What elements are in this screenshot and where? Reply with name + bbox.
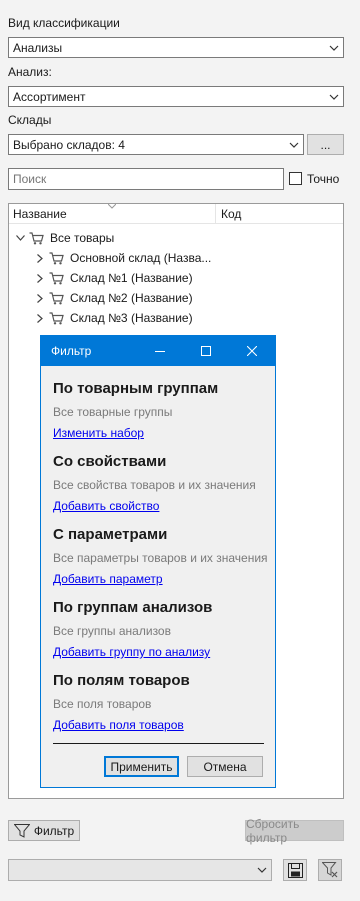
reset-filter-button[interactable]: Сбросить фильтр: [245, 817, 344, 845]
tree-header: Название Код: [9, 204, 343, 224]
minimize-button[interactable]: [137, 336, 183, 366]
filter-dialog: Фильтр По товарным группам Все товарные …: [40, 335, 276, 788]
cart-icon: [47, 311, 65, 325]
minimize-icon: [155, 351, 165, 352]
section-description: Все поля товаров: [53, 697, 152, 711]
tree-item-label: Склад №1 (Название): [70, 271, 193, 285]
section-description: Все свойства товаров и их значения: [53, 478, 256, 492]
section-heading: Со свойствами: [53, 453, 167, 470]
add-analysis-group-link[interactable]: Добавить группу по анализу: [53, 645, 210, 659]
exact-checkbox[interactable]: [289, 172, 302, 185]
bottom-select[interactable]: [8, 859, 272, 881]
clear-filter-icon: [322, 862, 338, 878]
change-set-link[interactable]: Изменить набор: [53, 426, 144, 440]
section-description: Все параметры товаров и их значения: [53, 551, 268, 565]
close-button[interactable]: [229, 336, 275, 366]
classification-select[interactable]: Анализы: [8, 37, 344, 58]
chevron-down-icon: [285, 142, 303, 148]
search-input[interactable]: [8, 168, 284, 190]
dialog-title: Фильтр: [51, 344, 92, 358]
tree-row[interactable]: Основной склад (Назва...: [33, 248, 211, 268]
column-name-label: Название: [13, 206, 67, 221]
section-heading: С параметрами: [53, 526, 168, 543]
section-heading: По полям товаров: [53, 672, 190, 689]
expand-chevron-icon[interactable]: [33, 293, 47, 303]
classification-label: Вид классификации: [8, 16, 120, 30]
tree-item-label: Склад №3 (Название): [70, 311, 193, 325]
tree-item-label: Основной склад (Назва...: [70, 251, 212, 265]
close-icon: [247, 346, 257, 356]
add-property-link[interactable]: Добавить свойство: [53, 499, 159, 513]
chevron-down-icon: [325, 94, 343, 100]
save-button[interactable]: [283, 859, 307, 881]
collapse-chevron-icon[interactable]: [13, 235, 27, 241]
cart-icon: [47, 291, 65, 305]
expand-chevron-icon[interactable]: [33, 313, 47, 323]
add-parameter-link[interactable]: Добавить параметр: [53, 572, 163, 586]
column-header-code[interactable]: Код: [216, 207, 241, 221]
warehouses-more-button[interactable]: ...: [307, 134, 344, 155]
warehouses-value: Выбрано складов: 4: [13, 137, 125, 152]
tree-item-label: Склад №2 (Название): [70, 291, 193, 305]
clear-filter-button[interactable]: [318, 859, 342, 881]
expand-chevron-icon[interactable]: [33, 273, 47, 283]
column-code-label: Код: [221, 206, 242, 221]
section-heading: По группам анализов: [53, 599, 213, 616]
cart-icon: [27, 231, 45, 245]
analysis-select[interactable]: Ассортимент: [8, 86, 344, 107]
expand-chevron-icon[interactable]: [33, 253, 47, 263]
section-heading: По товарным группам: [53, 380, 219, 397]
dialog-title-bar[interactable]: Фильтр: [41, 336, 275, 366]
section-description: Все товарные группы: [53, 405, 173, 419]
exact-label: Точно: [307, 172, 340, 186]
cart-icon: [47, 251, 65, 265]
maximize-button[interactable]: [183, 336, 229, 366]
cart-icon: [47, 271, 65, 285]
section-description: Все группы анализов: [53, 624, 171, 638]
maximize-icon: [201, 346, 211, 356]
add-fields-link[interactable]: Добавить поля товаров: [53, 718, 184, 732]
sort-indicator-icon: [108, 204, 116, 209]
tree-row-root[interactable]: Все товары: [13, 228, 114, 248]
analysis-label: Анализ:: [8, 65, 52, 79]
filter-button[interactable]: Фильтр: [8, 820, 80, 841]
tree-row[interactable]: Склад №3 (Название): [33, 308, 193, 328]
apply-button[interactable]: Применить: [104, 756, 179, 777]
separator: [53, 743, 264, 744]
tree-row[interactable]: Склад №1 (Название): [33, 268, 193, 288]
tree-item-label: Все товары: [50, 231, 115, 245]
chevron-down-icon: [253, 867, 271, 873]
filter-button-label: Фильтр: [33, 823, 75, 838]
tree-row[interactable]: Склад №2 (Название): [33, 288, 193, 308]
filter-icon: [13, 823, 30, 838]
warehouses-label: Склады: [8, 113, 52, 127]
analysis-value: Ассортимент: [13, 89, 86, 104]
warehouses-select[interactable]: Выбрано складов: 4: [8, 134, 304, 155]
save-icon: [287, 862, 303, 878]
chevron-down-icon: [325, 45, 343, 51]
cancel-button[interactable]: Отмена: [187, 756, 263, 777]
classification-value: Анализы: [13, 40, 63, 55]
